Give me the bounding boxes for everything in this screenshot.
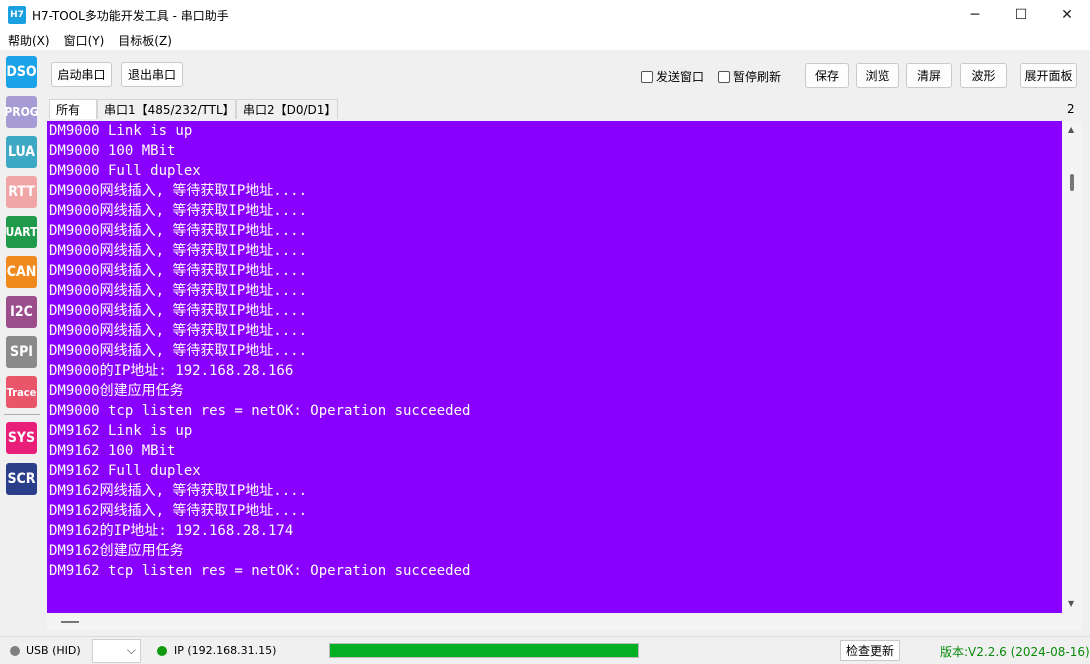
save-button[interactable]: 保存 <box>805 63 849 88</box>
exit-port-button[interactable]: 退出串口 <box>121 62 183 87</box>
terminal-line: DM9162 Full duplex <box>49 463 201 479</box>
terminal-line: DM9162 Link is up <box>49 423 193 439</box>
sidebar-rtt-button[interactable]: RTT <box>6 176 37 208</box>
ip-status-text: IP (192.168.31.15) <box>174 644 277 657</box>
usb-status-dot-icon <box>10 646 20 656</box>
terminal-line: DM9000的IP地址: 192.168.28.166 <box>49 363 294 379</box>
terminal-line: DM9000网线插入, 等待获取IP地址.... <box>49 203 308 219</box>
vertical-scroll-thumb[interactable] <box>1070 174 1074 191</box>
terminal-line: DM9000网线插入, 等待获取IP地址.... <box>49 223 308 239</box>
terminal-line: DM9000 100 MBit <box>49 143 176 159</box>
terminal-line: DM9000网线插入, 等待获取IP地址.... <box>49 243 308 259</box>
scroll-down-arrow-icon[interactable]: ▼ <box>1068 599 1074 608</box>
terminal-output[interactable]: DM9000 Link is up DM9000 100 MBit DM9000… <box>47 121 1062 613</box>
ip-status-dot-icon <box>157 646 167 656</box>
pause-refresh-checkbox[interactable]: 暂停刷新 <box>718 68 781 85</box>
status-bar: USB (HID) ⌵ IP (192.168.31.15) 检查更新 版本:V… <box>0 636 1090 664</box>
sidebar-divider <box>4 414 40 415</box>
minimize-button[interactable]: ─ <box>952 0 998 30</box>
sidebar-sys-button[interactable]: SYS <box>6 422 37 454</box>
sidebar-uart-button[interactable]: UART <box>6 216 37 248</box>
sidebar-dso-button[interactable]: DSO <box>6 56 37 88</box>
menu-window[interactable]: 窗口(Y) <box>64 32 105 49</box>
terminal-line: DM9162的IP地址: 192.168.28.174 <box>49 523 294 539</box>
chevron-down-icon[interactable]: ⌵ <box>127 643 136 658</box>
title-bar: H7 H7-TOOL多功能开发工具 - 串口助手 ─ ☐ ✕ <box>0 0 1090 30</box>
terminal-line: DM9000网线插入, 等待获取IP地址.... <box>49 323 308 339</box>
terminal-line: DM9000创建应用任务 <box>49 383 184 399</box>
horizontal-scroll-thumb[interactable] <box>61 621 79 623</box>
check-update-button[interactable]: 检查更新 <box>840 640 900 661</box>
send-window-checkbox[interactable]: 发送窗口 <box>641 68 704 85</box>
waveform-button[interactable]: 波形 <box>960 63 1007 88</box>
send-window-label: 发送窗口 <box>656 70 705 84</box>
terminal-line: DM9162 tcp listen res = netOK: Operation… <box>49 563 471 579</box>
app-icon: H7 <box>8 6 26 24</box>
sidebar-trace-button[interactable]: Trace <box>6 376 37 408</box>
menu-help[interactable]: 帮助(X) <box>8 32 50 49</box>
terminal-line: DM9000 Link is up <box>49 123 193 139</box>
tab-all[interactable]: 所有 <box>49 99 97 119</box>
terminal-line: DM9000网线插入, 等待获取IP地址.... <box>49 183 308 199</box>
terminal-line: DM9000网线插入, 等待获取IP地址.... <box>49 343 308 359</box>
module-sidebar: DSO PROG LUA RTT UART CAN I2C SPI Trace … <box>0 50 44 636</box>
pause-refresh-check-icon[interactable] <box>718 70 730 83</box>
terminal-line: DM9000网线插入, 等待获取IP地址.... <box>49 263 308 279</box>
browse-button[interactable]: 浏览 <box>856 63 899 88</box>
sidebar-lua-button[interactable]: LUA <box>6 136 37 168</box>
tab-uart2[interactable]: 串口2【D0/D1】 <box>236 99 338 119</box>
terminal-line: DM9000 tcp listen res = netOK: Operation… <box>49 403 471 419</box>
scroll-up-arrow-icon[interactable]: ▲ <box>1068 125 1074 134</box>
terminal-line: DM9162创建应用任务 <box>49 543 184 559</box>
progress-bar <box>329 643 639 658</box>
device-select[interactable]: ⌵ <box>92 639 141 663</box>
menu-target-board[interactable]: 目标板(Z) <box>118 32 172 49</box>
progress-bar-fill <box>330 644 638 657</box>
send-window-check-icon[interactable] <box>641 70 653 83</box>
start-port-button[interactable]: 启动串口 <box>51 62 112 87</box>
sidebar-scr-button[interactable]: SCR <box>6 463 37 495</box>
window-title: H7-TOOL多功能开发工具 - 串口助手 <box>32 8 229 23</box>
tab-uart1[interactable]: 串口1【485/232/TTL】 <box>97 99 236 119</box>
version-label: 版本:V2.2.6 (2024-08-16) <box>940 645 1090 659</box>
sidebar-i2c-button[interactable]: I2C <box>6 296 37 328</box>
terminal-line: DM9000网线插入, 等待获取IP地址.... <box>49 283 308 299</box>
terminal-line: DM9000 Full duplex <box>49 163 201 179</box>
sidebar-spi-button[interactable]: SPI <box>6 336 37 368</box>
terminal-line: DM9162 100 MBit <box>49 443 176 459</box>
sidebar-prog-button[interactable]: PROG <box>4 96 39 128</box>
terminal-line: DM9162网线插入, 等待获取IP地址.... <box>49 503 308 519</box>
menu-bar: 帮助(X) 窗口(Y) 目标板(Z) <box>0 30 1090 50</box>
terminal-line: DM9162网线插入, 等待获取IP地址.... <box>49 483 308 499</box>
vertical-scrollbar[interactable]: ▲ ▼ <box>1062 121 1082 613</box>
horizontal-scrollbar[interactable] <box>47 613 1082 630</box>
maximize-button[interactable]: ☐ <box>998 0 1044 30</box>
terminal-line: DM9000网线插入, 等待获取IP地址.... <box>49 303 308 319</box>
close-button[interactable]: ✕ <box>1044 0 1090 30</box>
tab-count: 2 <box>1067 102 1075 116</box>
usb-status-text: USB (HID) <box>26 644 81 657</box>
expand-panel-button[interactable]: 展开面板 <box>1020 63 1077 88</box>
clear-screen-button[interactable]: 清屏 <box>906 63 952 88</box>
pause-refresh-label: 暂停刷新 <box>733 70 782 84</box>
sidebar-can-button[interactable]: CAN <box>6 256 37 288</box>
